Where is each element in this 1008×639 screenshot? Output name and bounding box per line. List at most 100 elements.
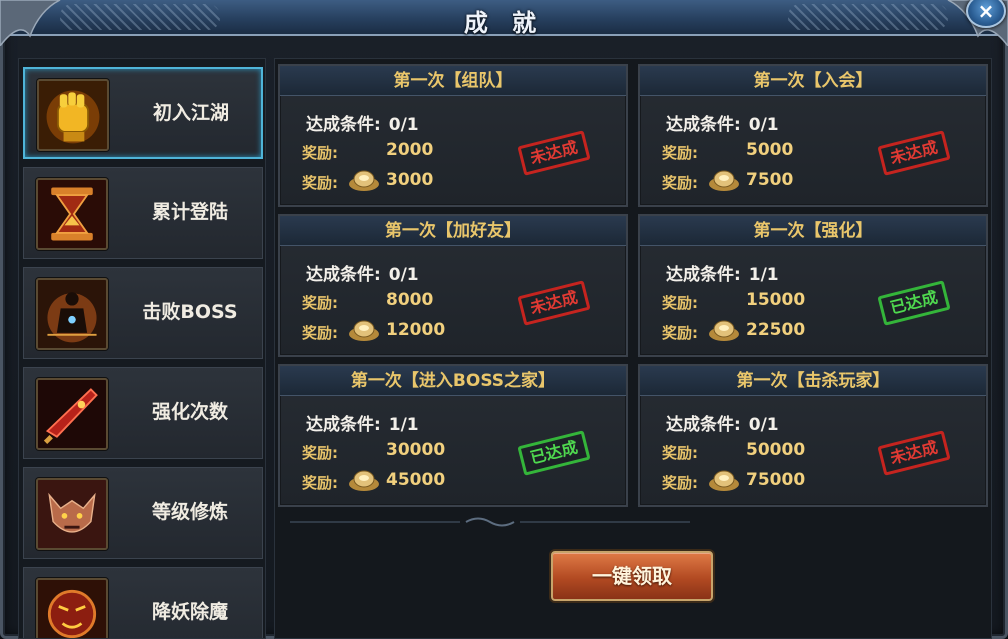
sidebar-item-boss[interactable]: 击败BOSS (23, 267, 263, 359)
sidebar-item-level[interactable]: 等级修炼 (23, 467, 263, 559)
achievement-condition: 达成条件: 1/1 (306, 410, 419, 435)
condition-label: 达成条件: (666, 265, 741, 285)
corner-ornament-left (0, 0, 61, 46)
gold-ingot-icon (709, 320, 739, 341)
status-stamp-not-achieved: 未达成 (517, 280, 591, 326)
reward-amount: 2000 (386, 140, 434, 160)
close-icon: × (977, 0, 995, 23)
reward-label: 奖励: (302, 144, 338, 162)
reward-amount: 50000 (746, 440, 806, 460)
reward-amount: 3000 (386, 170, 434, 190)
condition-label: 达成条件: (666, 115, 741, 135)
status-stamp-achieved: 已达成 (517, 430, 591, 476)
reward-row-2: 奖励: 7500 (662, 170, 793, 193)
reward-row-1: 奖励: 15000 (662, 290, 805, 313)
status-stamp-not-achieved: 未达成 (517, 130, 591, 176)
reward-label: 奖励: (662, 174, 698, 192)
achievement-card-guild: 第一次【入会】 达成条件: 0/1 奖励: 5000 奖励: 7500 未达成 (638, 64, 988, 207)
achievement-card-enhance: 第一次【强化】 达成条件: 1/1 奖励: 15000 奖励: 22500 已达成 (638, 214, 988, 357)
achievement-condition: 达成条件: 0/1 (306, 260, 419, 285)
reward-row-2: 奖励: 75000 (662, 470, 805, 493)
reward-label: 奖励: (662, 144, 698, 162)
sidebar-item-login[interactable]: 累计登陆 (23, 167, 263, 259)
achievement-condition: 达成条件: 0/1 (306, 110, 419, 135)
reward-label: 奖励: (662, 294, 698, 312)
condition-progress: 0/1 (388, 115, 419, 135)
reward-amount: 22500 (746, 320, 806, 340)
reward-amount: 5000 (746, 140, 794, 160)
condition-progress: 0/1 (748, 415, 779, 435)
title-bar: 成 就 (0, 0, 1008, 37)
status-stamp-not-achieved: 未达成 (877, 130, 951, 176)
reward-amount: 15000 (746, 290, 806, 310)
reward-label: 奖励: (302, 474, 338, 492)
sidebar-item-label: 初入江湖 (152, 102, 229, 124)
golden-fist-icon (37, 79, 109, 151)
achievement-condition: 达成条件: 1/1 (666, 260, 779, 285)
reward-label: 奖励: (662, 324, 698, 342)
gold-ingot-icon (349, 170, 379, 191)
achievement-title: 第一次【强化】 (640, 216, 986, 246)
sidebar-item-beginner[interactable]: 初入江湖 (23, 67, 263, 159)
achievement-card-friend: 第一次【加好友】 达成条件: 0/1 奖励: 8000 奖励: 12000 未达成 (278, 214, 628, 357)
reward-row-2: 奖励: 3000 (302, 170, 433, 193)
condition-label: 达成条件: (306, 265, 381, 285)
sidebar-item-label: 等级修炼 (151, 501, 228, 523)
hourglass-icon (36, 178, 108, 250)
achievement-title: 第一次【组队】 (280, 66, 626, 96)
claim-all-button[interactable]: 一键领取 (551, 551, 713, 601)
condition-progress: 1/1 (748, 265, 779, 285)
reward-row-2: 奖励: 22500 (662, 320, 805, 343)
sidebar-item-label: 强化次数 (151, 401, 228, 423)
reward-amount: 7500 (746, 170, 794, 190)
reward-label: 奖励: (302, 324, 338, 342)
ornamental-divider (290, 517, 690, 527)
category-sidebar: 初入江湖 累计登陆 击败BOSS 强化次数 等级修炼 降妖除魔 (18, 58, 266, 639)
meditating-figure-icon (36, 278, 108, 350)
sidebar-item-label: 累计登陆 (151, 201, 228, 223)
achievement-condition: 达成条件: 0/1 (666, 410, 779, 435)
sidebar-item-demon[interactable]: 降妖除魔 (23, 567, 263, 638)
reward-amount: 75000 (746, 470, 806, 490)
demon-mask-icon (36, 578, 108, 638)
reward-label: 奖励: (662, 444, 698, 462)
achievement-condition: 达成条件: 0/1 (666, 110, 779, 135)
condition-label: 达成条件: (306, 415, 381, 435)
blade-icon (36, 378, 108, 450)
reward-row-1: 奖励: 5000 (662, 140, 793, 163)
reward-label: 奖励: (302, 294, 338, 312)
achievement-card-boss-home: 第一次【进入BOSS之家】 达成条件: 1/1 奖励: 30000 奖励: 450… (278, 364, 628, 507)
reward-amount: 30000 (386, 440, 446, 460)
condition-label: 达成条件: (666, 415, 741, 435)
sidebar-item-enhance[interactable]: 强化次数 (23, 367, 263, 459)
reward-row-1: 奖励: 2000 (302, 140, 433, 163)
reward-row-1: 奖励: 8000 (302, 290, 433, 313)
reward-row-1: 奖励: 50000 (662, 440, 805, 463)
condition-label: 达成条件: (306, 115, 381, 135)
reward-amount: 8000 (386, 290, 434, 310)
reward-row-1: 奖励: 30000 (302, 440, 445, 463)
reward-label: 奖励: (302, 444, 338, 462)
achievement-title: 第一次【加好友】 (280, 216, 626, 246)
achievement-card-pk: 第一次【击杀玩家】 达成条件: 0/1 奖励: 50000 奖励: 75000 未… (638, 364, 988, 507)
achievement-card-team: 第一次【组队】 达成条件: 0/1 奖励: 2000 奖励: 3000 未达成 (278, 64, 628, 207)
window-title: 成 就 (463, 9, 545, 37)
condition-progress: 0/1 (748, 115, 779, 135)
reward-row-2: 奖励: 45000 (302, 470, 445, 493)
gold-ingot-icon (709, 470, 739, 491)
achievement-title: 第一次【击杀玩家】 (640, 366, 986, 396)
status-stamp-not-achieved: 未达成 (877, 430, 951, 476)
reward-amount: 12000 (386, 320, 446, 340)
reward-row-2: 奖励: 12000 (302, 320, 445, 343)
achievement-title: 第一次【进入BOSS之家】 (280, 366, 626, 396)
gold-ingot-icon (709, 170, 739, 191)
reward-amount: 45000 (386, 470, 446, 490)
reward-label: 奖励: (302, 174, 338, 192)
achievement-title: 第一次【入会】 (640, 66, 986, 96)
gold-ingot-icon (349, 320, 379, 341)
gold-ingot-icon (349, 470, 379, 491)
sidebar-item-label: 降妖除魔 (151, 601, 228, 623)
sidebar-item-label: 击败BOSS (142, 301, 238, 323)
condition-progress: 0/1 (388, 265, 419, 285)
reward-label: 奖励: (662, 474, 698, 492)
